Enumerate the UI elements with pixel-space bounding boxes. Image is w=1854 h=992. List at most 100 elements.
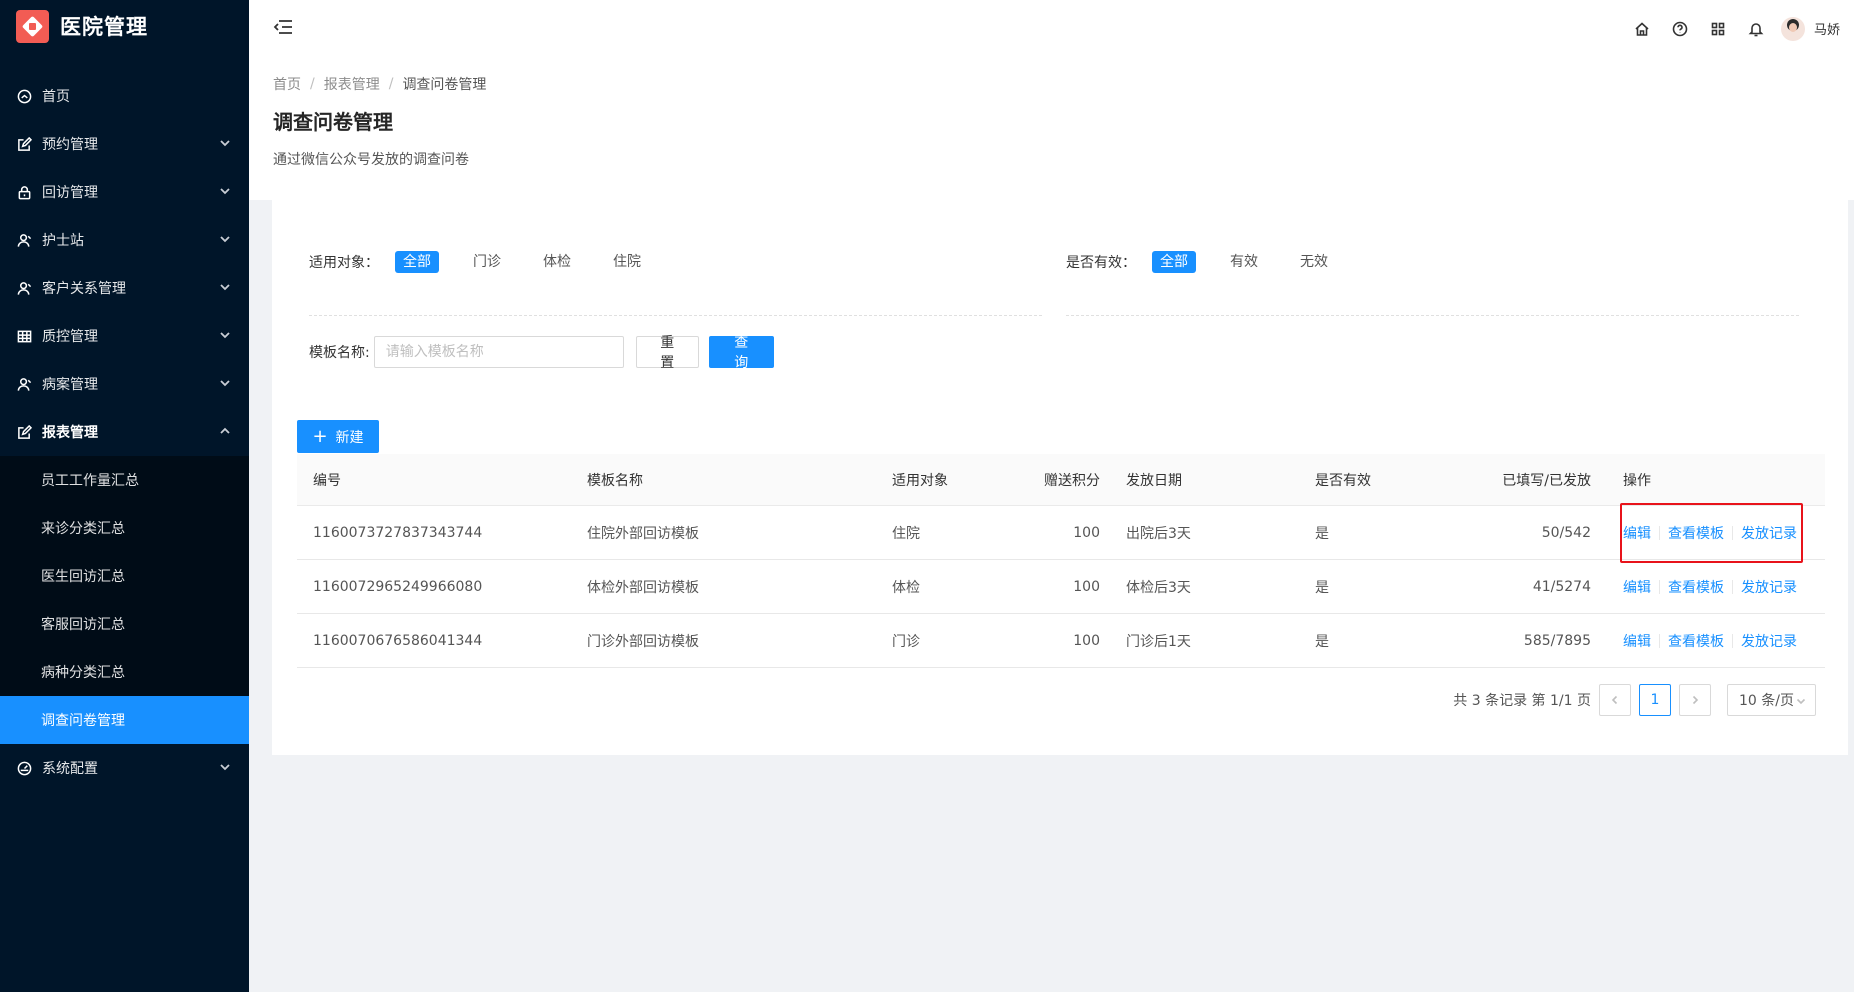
form-icon bbox=[17, 136, 32, 152]
new-button-label: 新建 bbox=[335, 429, 364, 446]
sidebar-item-followup[interactable]: 回访管理 bbox=[0, 168, 249, 216]
table-icon bbox=[17, 329, 32, 344]
chevron-up-icon bbox=[219, 425, 231, 437]
cell-id: 1160072965249966080 bbox=[313, 578, 483, 595]
sidebar-item-label: 系统配置 bbox=[42, 761, 98, 777]
survey-table: 编号 模板名称 适用对象 赠送积分 发放日期 是否有效 已填写/已发放 操作 1… bbox=[297, 454, 1825, 668]
edit-link[interactable]: 编辑 bbox=[1623, 631, 1651, 651]
sidebar-item-label: 护士站 bbox=[42, 233, 84, 249]
sidebar-subitem-staff-workload[interactable]: 员工工作量汇总 bbox=[0, 456, 249, 504]
page-number-button[interactable]: 1 bbox=[1639, 684, 1671, 716]
chevron-down-icon bbox=[1796, 698, 1806, 705]
view-template-link[interactable]: 查看模板 bbox=[1668, 523, 1724, 543]
app-title: 医院管理 bbox=[60, 15, 148, 39]
sidebar-item-quality[interactable]: 质控管理 bbox=[0, 312, 249, 360]
logo[interactable]: 医院管理 bbox=[0, 0, 249, 52]
valid-option-invalid[interactable]: 无效 bbox=[1292, 251, 1336, 273]
column-header: 模板名称 bbox=[587, 472, 643, 489]
action-divider bbox=[1659, 525, 1660, 540]
target-filter-label: 适用对象： bbox=[309, 255, 379, 271]
row-actions: 编辑 查看模板 发放记录 bbox=[1623, 577, 1797, 597]
target-option-checkup[interactable]: 体检 bbox=[535, 251, 579, 273]
action-divider bbox=[1732, 579, 1733, 594]
send-records-link[interactable]: 发放记录 bbox=[1741, 577, 1797, 597]
page-title: 调查问卷管理 bbox=[273, 110, 393, 134]
breadcrumb-home[interactable]: 首页 bbox=[273, 74, 301, 94]
cell-target: 门诊 bbox=[892, 633, 920, 650]
query-button[interactable]: 查 询 bbox=[708, 335, 774, 371]
sidebar-subitem-survey[interactable]: 调查问卷管理 bbox=[0, 696, 249, 744]
target-option-all[interactable]: 全部 bbox=[395, 251, 439, 273]
sidebar-subitem-visit-category[interactable]: 来诊分类汇总 bbox=[0, 504, 249, 552]
home-icon[interactable] bbox=[1623, 0, 1661, 57]
menu-fold-icon[interactable] bbox=[273, 18, 293, 36]
sidebar-menu: 首页 预约管理 回访管理 护士站 客户关系管理 质控管理 病案管理 报表管理 员… bbox=[0, 72, 249, 792]
page-header: 首页 / 报表管理 / 调查问卷管理 调查问卷管理 通过微信公众号发放的调查问卷 bbox=[249, 57, 1854, 200]
column-header: 是否有效 bbox=[1315, 472, 1371, 489]
action-divider bbox=[1659, 579, 1660, 594]
page-description: 通过微信公众号发放的调查问卷 bbox=[273, 152, 469, 168]
cell-filled: 41/5274 bbox=[1532, 578, 1591, 595]
lock-icon bbox=[17, 185, 32, 200]
cell-points: 100 bbox=[1073, 578, 1100, 595]
view-template-link[interactable]: 查看模板 bbox=[1668, 631, 1724, 651]
sidebar-item-records[interactable]: 病案管理 bbox=[0, 360, 249, 408]
cell-name: 门诊外部回访模板 bbox=[587, 633, 699, 650]
breadcrumb-separator: / bbox=[388, 76, 394, 92]
user-icon bbox=[17, 377, 32, 392]
valid-filter-label: 是否有效： bbox=[1066, 255, 1136, 271]
sidebar-item-reports[interactable]: 报表管理 bbox=[0, 408, 249, 456]
cell-filled: 50/542 bbox=[1541, 524, 1591, 541]
cell-actions: 编辑 查看模板 发放记录 bbox=[1607, 577, 1825, 597]
cell-valid: 是 bbox=[1315, 579, 1329, 596]
row-actions-highlighted: 编辑 查看模板 发放记录 bbox=[1620, 502, 1803, 563]
target-option-inpatient[interactable]: 住院 bbox=[605, 251, 649, 273]
reports-submenu: 员工工作量汇总 来诊分类汇总 医生回访汇总 客服回访汇总 病种分类汇总 调查问卷… bbox=[0, 456, 249, 744]
prev-page-button[interactable] bbox=[1599, 684, 1631, 716]
pagination: 共 3 条记录 第 1/1 页 1 10 条/页 bbox=[1453, 684, 1816, 716]
valid-option-valid[interactable]: 有效 bbox=[1222, 251, 1266, 273]
cell-valid: 是 bbox=[1315, 525, 1329, 542]
top-header: 马娇 bbox=[249, 0, 1854, 57]
dashboard-icon bbox=[17, 761, 32, 776]
cell-actions: 编辑 查看模板 发放记录 bbox=[1607, 631, 1825, 651]
sidebar-item-nurse-station[interactable]: 护士站 bbox=[0, 216, 249, 264]
reset-button[interactable]: 重 置 bbox=[635, 335, 699, 371]
form-icon bbox=[17, 424, 32, 440]
apps-icon[interactable] bbox=[1699, 0, 1737, 57]
edit-link[interactable]: 编辑 bbox=[1623, 577, 1651, 597]
sidebar-subitem-service-followup[interactable]: 客服回访汇总 bbox=[0, 600, 249, 648]
table-header: 编号 模板名称 适用对象 赠送积分 发放日期 是否有效 已填写/已发放 操作 bbox=[297, 454, 1825, 506]
sidebar-item-crm[interactable]: 客户关系管理 bbox=[0, 264, 249, 312]
sidebar-item-settings[interactable]: 系统配置 bbox=[0, 744, 249, 792]
breadcrumb-reports[interactable]: 报表管理 bbox=[324, 74, 380, 94]
page-size-select[interactable]: 10 条/页 bbox=[1727, 684, 1816, 716]
bell-icon[interactable] bbox=[1737, 0, 1775, 57]
sidebar-item-appointment[interactable]: 预约管理 bbox=[0, 120, 249, 168]
template-name-input[interactable] bbox=[373, 336, 624, 368]
pagination-summary: 共 3 条记录 第 1/1 页 bbox=[1453, 693, 1591, 709]
send-records-link[interactable]: 发放记录 bbox=[1741, 631, 1797, 651]
sidebar-item-label: 报表管理 bbox=[42, 425, 98, 441]
table-row: 1160073727837343744 住院外部回访模板 住院 100 出院后3… bbox=[297, 502, 1825, 563]
sidebar-subitem-doctor-followup[interactable]: 医生回访汇总 bbox=[0, 552, 249, 600]
sidebar-subitem-disease-category[interactable]: 病种分类汇总 bbox=[0, 648, 249, 696]
next-page-button[interactable] bbox=[1679, 684, 1711, 716]
user-name: 马娇 bbox=[1813, 23, 1840, 38]
help-icon[interactable] bbox=[1661, 0, 1699, 57]
valid-option-all[interactable]: 全部 bbox=[1152, 251, 1196, 273]
sidebar-item-home[interactable]: 首页 bbox=[0, 72, 249, 120]
view-template-link[interactable]: 查看模板 bbox=[1668, 577, 1724, 597]
target-option-outpatient[interactable]: 门诊 bbox=[465, 251, 509, 273]
cell-filled: 585/7895 bbox=[1523, 632, 1591, 649]
breadcrumb: 首页 / 报表管理 / 调查问卷管理 bbox=[273, 74, 1830, 94]
action-divider bbox=[1732, 633, 1733, 648]
chevron-down-icon bbox=[219, 281, 231, 293]
edit-link[interactable]: 编辑 bbox=[1623, 523, 1651, 543]
user-menu[interactable]: 马娇 bbox=[1780, 16, 1840, 41]
cell-date: 门诊后1天 bbox=[1126, 633, 1191, 650]
cell-name: 住院外部回访模板 bbox=[587, 525, 699, 542]
sidebar-item-label: 质控管理 bbox=[42, 329, 98, 345]
new-button[interactable]: + 新建 bbox=[297, 420, 379, 453]
send-records-link[interactable]: 发放记录 bbox=[1741, 523, 1797, 543]
